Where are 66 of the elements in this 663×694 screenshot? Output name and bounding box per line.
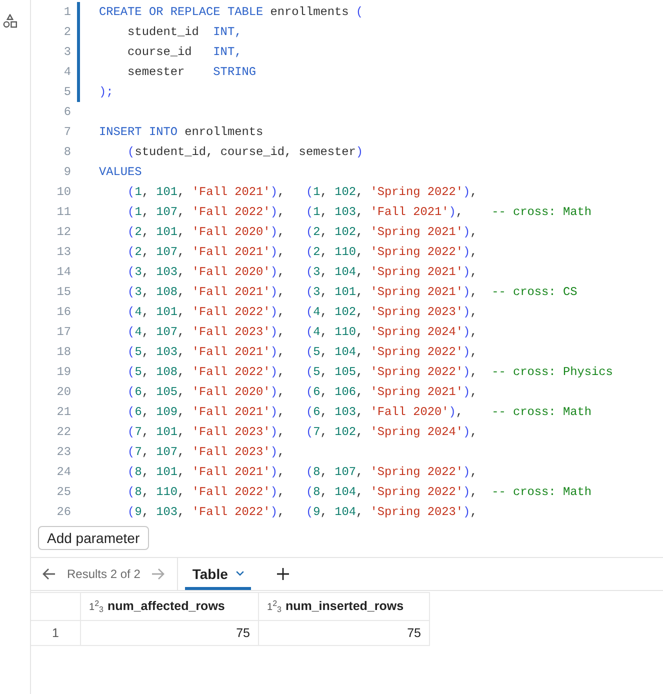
line-number: 26	[56, 505, 71, 519]
code-line: (8, 110, 'Fall 2022'), (8, 104, 'Spring 2022'), -- cross: Math	[126, 485, 592, 499]
line-number: 2	[62, 25, 71, 39]
line-number: 14	[56, 265, 71, 279]
code-line: (5, 103, 'Fall 2021'), (5, 104, 'Spring 2022'),	[126, 345, 478, 359]
line-number: 13	[56, 245, 71, 259]
line-number: 24	[56, 465, 71, 479]
column-name: num_affected_rows	[107, 599, 225, 613]
line-number: 16	[56, 305, 71, 319]
line-number: 6	[62, 105, 71, 119]
line-number: 25	[56, 485, 71, 499]
code-line: (4, 107, 'Fall 2023'), (4, 110, 'Spring 2024'),	[126, 325, 478, 339]
code-line: (1, 101, 'Fall 2021'), (1, 102, 'Spring 2022'),	[126, 185, 478, 199]
code-line: INSERT INTO enrollments	[99, 125, 264, 139]
code-line: (3, 108, 'Fall 2021'), (3, 101, 'Spring 2021'), -- cross: CS	[126, 285, 578, 299]
code-line: (1, 107, 'Fall 2022'), (1, 103, 'Fall 2021'), -- cross: Math	[126, 205, 592, 219]
code-line: (8, 101, 'Fall 2021'), (8, 107, 'Spring 2022'),	[126, 465, 478, 479]
add-tab-button[interactable]	[274, 566, 291, 582]
code-line: semester STRING	[126, 65, 256, 79]
code-line: (7, 107, 'Fall 2023'),	[126, 445, 285, 459]
code-line: (5, 108, 'Fall 2022'), (5, 105, 'Spring 2022'), -- cross: Physics	[126, 365, 613, 379]
code-line: course_id INT,	[126, 45, 242, 59]
line-number: 17	[56, 325, 71, 339]
line-number: 8	[62, 145, 71, 159]
code-line: (4, 101, 'Fall 2022'), (4, 102, 'Spring 2023'),	[126, 305, 478, 319]
line-number: 23	[56, 445, 71, 459]
line-number: 3	[62, 45, 71, 59]
line-number: 4	[62, 65, 71, 79]
line-number: 20	[56, 385, 71, 399]
line-number: 10	[56, 185, 71, 199]
code-line: );	[99, 85, 114, 99]
line-number: 19	[56, 365, 71, 379]
line-number: 1	[62, 5, 71, 19]
column-name: num_inserted_rows	[285, 599, 404, 613]
line-number: 7	[62, 125, 71, 139]
line-number: 18	[56, 345, 71, 359]
arrow-left-icon	[42, 567, 56, 581]
code-line: (student_id, course_id, semester)	[126, 145, 364, 159]
plus-icon	[276, 568, 289, 580]
code-line: student_id INT,	[126, 25, 242, 39]
table-cell: 75	[80, 620, 258, 646]
add-parameter-button[interactable]: Add parameter	[38, 526, 149, 550]
results-counter: Results 2 of 2	[67, 567, 140, 581]
shapes-icon[interactable]	[3, 14, 17, 28]
line-number: 12	[56, 225, 71, 239]
code-line: (9, 103, 'Fall 2022'), (9, 104, 'Spring 2023'),	[126, 505, 478, 519]
code-line: (6, 105, 'Fall 2020'), (6, 106, 'Spring 2021'),	[126, 385, 478, 399]
code-line: (2, 101, 'Fall 2020'), (2, 102, 'Spring 2021'),	[126, 225, 478, 239]
line-number: 15	[56, 285, 71, 299]
code-line: (3, 103, 'Fall 2020'), (3, 104, 'Spring 2021'),	[126, 265, 478, 279]
results-tab[interactable]: Table	[185, 558, 251, 590]
code-line: VALUES	[99, 165, 142, 179]
previous-result-button[interactable]	[41, 567, 57, 581]
code-line: CREATE OR REPLACE TABLE enrollments (	[99, 5, 364, 19]
arrow-right-icon	[151, 567, 166, 581]
line-number: 22	[56, 425, 71, 439]
line-number: 5	[62, 85, 71, 99]
row-number: 1	[31, 620, 80, 646]
caret-icon	[236, 571, 244, 576]
code-line: (6, 109, 'Fall 2021'), (6, 103, 'Fall 2020'), -- cross: Math	[126, 405, 592, 419]
table-cell: 75	[258, 620, 430, 646]
line-number: 11	[56, 205, 71, 219]
line-number: 9	[62, 165, 71, 179]
code-line: (2, 107, 'Fall 2021'), (2, 110, 'Spring 2022'),	[126, 245, 478, 259]
code-line: (7, 101, 'Fall 2023'), (7, 102, 'Spring 2024'),	[126, 425, 478, 439]
line-number: 21	[56, 405, 71, 419]
